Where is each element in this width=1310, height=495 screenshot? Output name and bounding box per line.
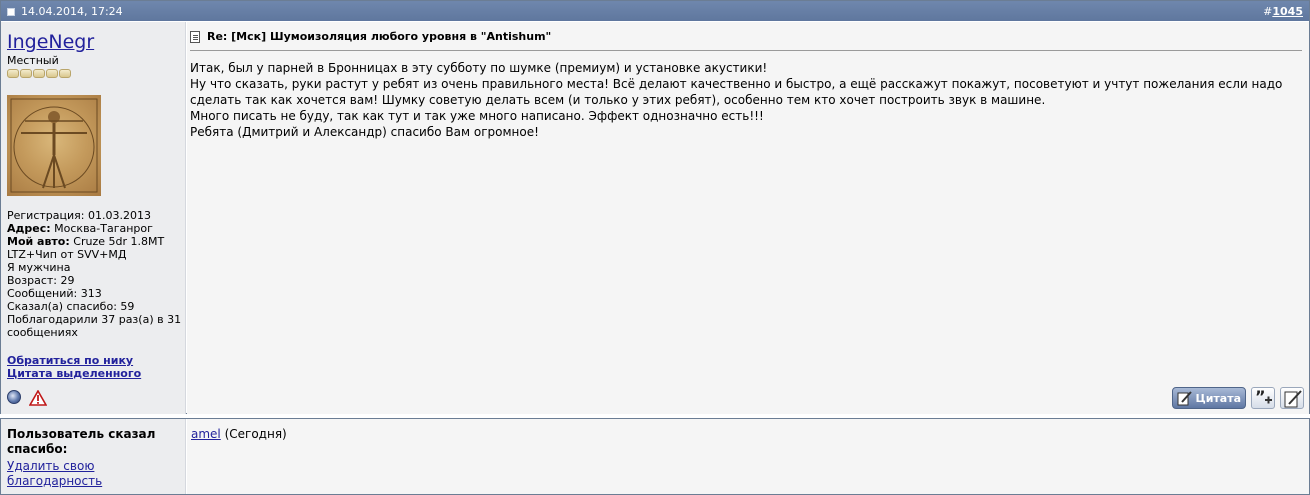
- post-document-icon: [190, 30, 200, 43]
- post-header: 14.04.2014, 17:24 #1045: [1, 1, 1309, 21]
- user-title: Местный: [7, 54, 59, 67]
- message-title-row: Re: [Мск] Шумоизоляция любого уровня в "…: [190, 30, 551, 43]
- thanks-user-link[interactable]: amel: [191, 427, 221, 441]
- svg-text:”: ”: [1255, 388, 1266, 406]
- message-line: Ну что сказать, руки растут у ребят из о…: [190, 77, 1283, 107]
- quote-selected-link[interactable]: Цитата выделенного: [7, 367, 141, 380]
- message-line: Много писать не буду, так как тут и так …: [190, 109, 764, 123]
- address-by-nick-link[interactable]: Обратиться по нику: [7, 354, 141, 367]
- multiquote-icon: ”: [1255, 387, 1272, 406]
- message-line: Итак, был у парней в Бронницах в эту суб…: [190, 61, 768, 75]
- message-line: Ребята (Дмитрий и Александр) спасибо Вам…: [190, 125, 539, 139]
- message-pane: Re: [Мск] Шумоизоляция любого уровня в "…: [187, 22, 1309, 414]
- quick-reply-button[interactable]: [1280, 387, 1304, 409]
- thanks-label: Пользователь сказал спасибо:: [7, 427, 156, 456]
- address-row: Адрес: Москва-Таганрог: [7, 222, 153, 235]
- registration-row: Регистрация: 01.03.2013: [7, 209, 151, 222]
- reputation-star-icon: [20, 69, 32, 78]
- edit-note-icon: [1284, 390, 1302, 408]
- post-date: 14.04.2014, 17:24: [21, 5, 123, 18]
- reputation-star-icon: [46, 69, 58, 78]
- title-divider: [190, 50, 1302, 51]
- username-link[interactable]: IngeNegr: [7, 31, 94, 53]
- said-thanks-count: Сказал(а) спасибо: 59: [7, 300, 135, 313]
- reputation-stars: [7, 69, 71, 79]
- thanked-count: Поблагодарили 37 раз(а) в 31 сообщениях: [7, 313, 182, 339]
- user-links: Обратиться по нику Цитата выделенного: [7, 354, 141, 380]
- thanks-block: Пользователь сказал спасибо: Удалить сво…: [0, 418, 1310, 495]
- reputation-star-icon: [33, 69, 45, 78]
- pencil-icon: [1177, 390, 1193, 406]
- forum-post: 14.04.2014, 17:24 #1045 IngeNegr Местный: [0, 0, 1310, 414]
- reputation-star-icon: [7, 69, 19, 78]
- post-action-buttons: Цитата ”: [1172, 387, 1304, 409]
- gender-row: Я мужчина: [7, 261, 71, 274]
- thanks-users-pane: amel (Сегодня): [187, 419, 1309, 494]
- quote-button-label: Цитата: [1195, 391, 1241, 405]
- report-warning-icon[interactable]: [28, 389, 48, 409]
- avatar: [7, 95, 101, 196]
- remove-thanks-link[interactable]: Удалить свою благодарность: [7, 459, 127, 489]
- message-title: Re: [Мск] Шумоизоляция любого уровня в "…: [207, 30, 552, 43]
- user-status-icons: [7, 389, 48, 409]
- message-body: Итак, был у парней в Бронницах в эту суб…: [190, 60, 1302, 140]
- offline-status-icon: [7, 390, 21, 404]
- post-icon: [7, 8, 15, 16]
- thanks-entry: amel (Сегодня): [191, 427, 287, 441]
- multiquote-button[interactable]: ”: [1251, 387, 1275, 409]
- post-number-link[interactable]: #1045: [1263, 5, 1303, 18]
- reputation-star-icon: [59, 69, 71, 78]
- quote-button[interactable]: Цитата: [1172, 387, 1246, 409]
- messages-count: Сообщений: 313: [7, 287, 102, 300]
- user-info-pane: IngeNegr Местный Регистрация: 01.03.2013…: [1, 22, 186, 414]
- thanks-label-pane: Пользователь сказал спасибо: Удалить сво…: [1, 419, 186, 494]
- age-row: Возраст: 29: [7, 274, 75, 287]
- car-row: Мой авто: Cruze 5dr 1.8MT LTZ+Чип от SVV…: [7, 235, 165, 261]
- thanks-when: (Сегодня): [220, 427, 287, 441]
- user-details: Регистрация: 01.03.2013 Адрес: Москва-Та…: [7, 209, 182, 339]
